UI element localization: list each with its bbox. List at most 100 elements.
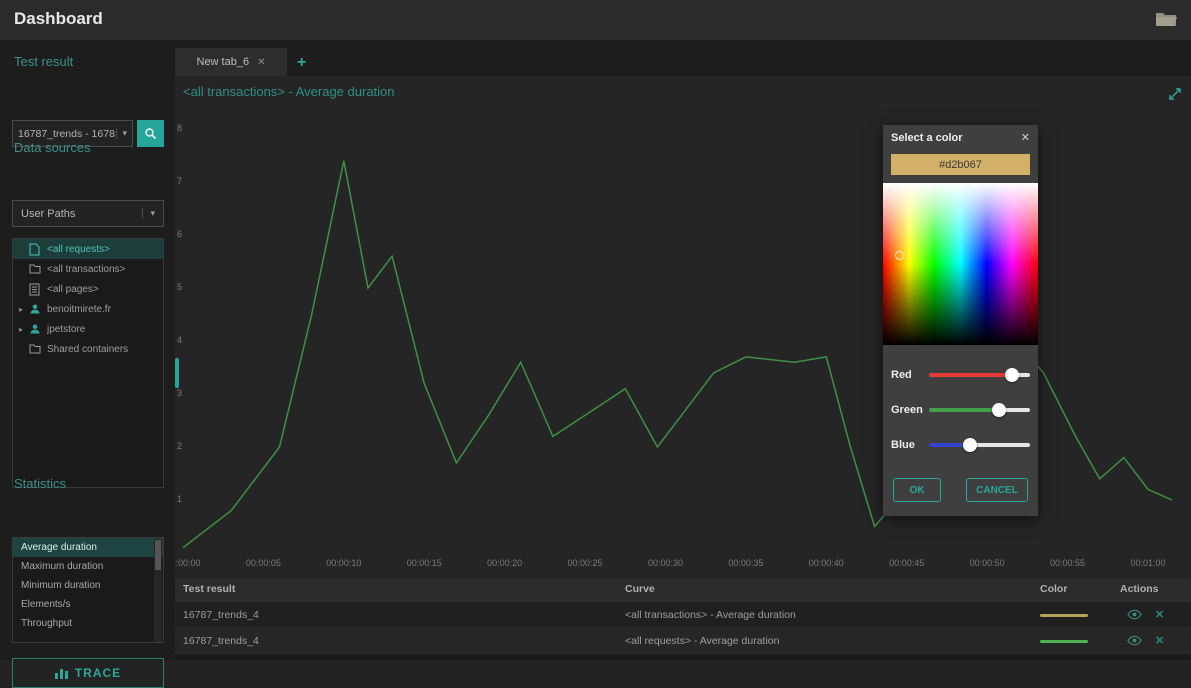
x-tick: 00:00:45 <box>889 558 925 568</box>
table-row[interactable]: 16787_trends_4 <all transactions> - Aver… <box>175 602 1191 628</box>
x-tick: 00:00:15 <box>406 558 442 568</box>
remove-curve-icon[interactable]: ✕ <box>1155 608 1164 621</box>
slider-label: Red <box>891 368 912 381</box>
slider-handle[interactable] <box>991 402 1006 417</box>
scrollbar-thumb[interactable] <box>155 540 161 570</box>
hex-color-field[interactable]: #d2b067 <box>891 154 1030 175</box>
col-curve: Curve <box>625 583 655 595</box>
ok-button[interactable]: OK <box>893 478 941 502</box>
user-icon <box>29 303 43 315</box>
top-bar: Dashboard <box>0 0 1191 40</box>
data-sources-value: User Paths <box>21 207 76 220</box>
tab-strip: New tab_6 ✕ + <box>175 40 1191 76</box>
y-tick: 6 <box>177 229 183 239</box>
data-sources-select[interactable]: User Paths ▾ <box>12 200 164 227</box>
col-color: Color <box>1040 583 1068 595</box>
tab-new-tab-6[interactable]: New tab_6 ✕ <box>175 48 287 76</box>
y-tick: 1 <box>177 494 183 504</box>
table-header: Test result Curve Color Actions <box>175 578 1191 602</box>
trace-button[interactable]: TRACE <box>12 658 164 688</box>
close-icon[interactable]: ✕ <box>257 57 265 68</box>
stat-item-average-duration[interactable]: Average duration <box>13 538 163 557</box>
x-tick: 00:00:30 <box>647 558 683 568</box>
statistics-list: Average duration Maximum duration Minimu… <box>12 537 164 643</box>
tree-item-all-requests[interactable]: <all requests> <box>13 239 163 259</box>
sidebar-drag-handle[interactable] <box>175 358 179 388</box>
chevron-down-icon: ▾ <box>116 128 127 139</box>
slider-label: Blue <box>891 438 915 451</box>
slider-handle[interactable] <box>1005 367 1020 382</box>
y-tick: 8 <box>177 123 183 133</box>
tree-item-benoitmirete[interactable]: ▸ benoitmirete.fr <box>13 299 163 319</box>
x-tick: 00:00:25 <box>567 558 603 568</box>
col-test-result: Test result <box>183 583 236 595</box>
dialog-buttons: OK CANCEL <box>883 466 1038 516</box>
table-row[interactable]: 16787_trends_4 <all requests> - Average … <box>175 628 1191 654</box>
caret-right-icon[interactable]: ▸ <box>19 305 27 314</box>
search-icon <box>144 127 157 140</box>
document-icon <box>29 243 43 256</box>
dialog-header: Select a color ✕ <box>883 125 1038 151</box>
blue-slider[interactable]: Blue <box>891 427 1030 462</box>
bar-chart-icon <box>54 667 68 679</box>
slider-label: Green <box>891 403 923 416</box>
red-slider[interactable]: Red <box>891 357 1030 392</box>
add-tab-button[interactable]: + <box>297 54 306 72</box>
tree-item-all-transactions[interactable]: <all transactions> <box>13 259 163 279</box>
curves-table: Test result Curve Color Actions 16787_tr… <box>175 578 1191 660</box>
y-tick: 4 <box>177 335 183 345</box>
y-tick: 5 <box>177 282 183 292</box>
color-picker-dialog: Select a color ✕ #d2b067 Red Green Blue … <box>883 125 1038 516</box>
gradient-marker[interactable] <box>895 251 904 260</box>
remove-curve-icon[interactable]: ✕ <box>1155 634 1164 647</box>
tree-item-all-pages[interactable]: <all pages> <box>13 279 163 299</box>
stat-item-minimum-duration[interactable]: Minimum duration <box>13 576 163 595</box>
tree-item-jpetstore[interactable]: ▸ jpetstore <box>13 319 163 339</box>
slider-handle[interactable] <box>962 437 977 452</box>
x-tick: 00:00:05 <box>245 558 281 568</box>
curve-color-swatch[interactable] <box>1040 640 1088 643</box>
x-tick: 00:00:40 <box>808 558 844 568</box>
data-sources-tree: <all requests> <all transactions> <all p… <box>12 238 164 488</box>
x-tick: 00:00:55 <box>1050 558 1086 568</box>
folder-icon <box>29 343 43 355</box>
stat-item-maximum-duration[interactable]: Maximum duration <box>13 557 163 576</box>
color-gradient-picker[interactable] <box>883 183 1038 345</box>
test-result-value: 16787_trends - 1678 <box>18 127 115 140</box>
y-tick: 7 <box>177 176 183 186</box>
tab-label: New tab_6 <box>196 56 250 68</box>
x-tick: 00:00:10 <box>326 558 362 568</box>
y-tick: 2 <box>177 441 183 451</box>
data-sources-label: Data sources <box>14 140 91 155</box>
folder-icon <box>29 263 43 275</box>
search-button[interactable] <box>137 120 164 147</box>
scrollbar[interactable] <box>154 539 162 642</box>
stat-item-elements-s[interactable]: Elements/s <box>13 595 163 614</box>
visibility-eye-icon[interactable] <box>1127 634 1142 647</box>
curve-color-swatch[interactable] <box>1040 614 1088 617</box>
page-title: Dashboard <box>14 9 103 28</box>
stat-item-throughput[interactable]: Throughput <box>13 614 163 633</box>
visibility-eye-icon[interactable] <box>1127 608 1142 621</box>
chevron-down-icon: ▾ <box>142 208 155 219</box>
chart-panel: <all transactions> - Average duration 12… <box>165 76 1191 578</box>
y-tick: 3 <box>177 388 183 398</box>
dialog-title: Select a color <box>891 132 963 144</box>
col-actions: Actions <box>1120 583 1159 595</box>
close-icon[interactable]: ✕ <box>1021 131 1030 144</box>
caret-right-icon[interactable]: ▸ <box>19 325 27 334</box>
user-icon <box>29 323 43 335</box>
x-tick: 00:01:00 <box>1130 558 1166 568</box>
x-tick: 00:00:20 <box>487 558 523 568</box>
test-result-label: Test result <box>14 54 74 69</box>
cancel-button[interactable]: CANCEL <box>966 478 1028 502</box>
chart-plot[interactable]: 1 2 3 4 5 6 7 8 00:00:00 00:00:05 00:00:10 00:00:15… <box>165 76 1191 578</box>
folder-icon[interactable] <box>1155 10 1177 28</box>
sidebar: Test result 16787_trends - 1678 ▾ Data s… <box>0 40 175 688</box>
tree-item-shared-containers[interactable]: Shared containers <box>13 339 163 359</box>
x-tick: 00:00:35 <box>728 558 764 568</box>
x-tick: 00:00:50 <box>969 558 1005 568</box>
page-icon <box>29 283 43 296</box>
rgb-sliders: Red Green Blue <box>883 345 1038 466</box>
green-slider[interactable]: Green <box>891 392 1030 427</box>
